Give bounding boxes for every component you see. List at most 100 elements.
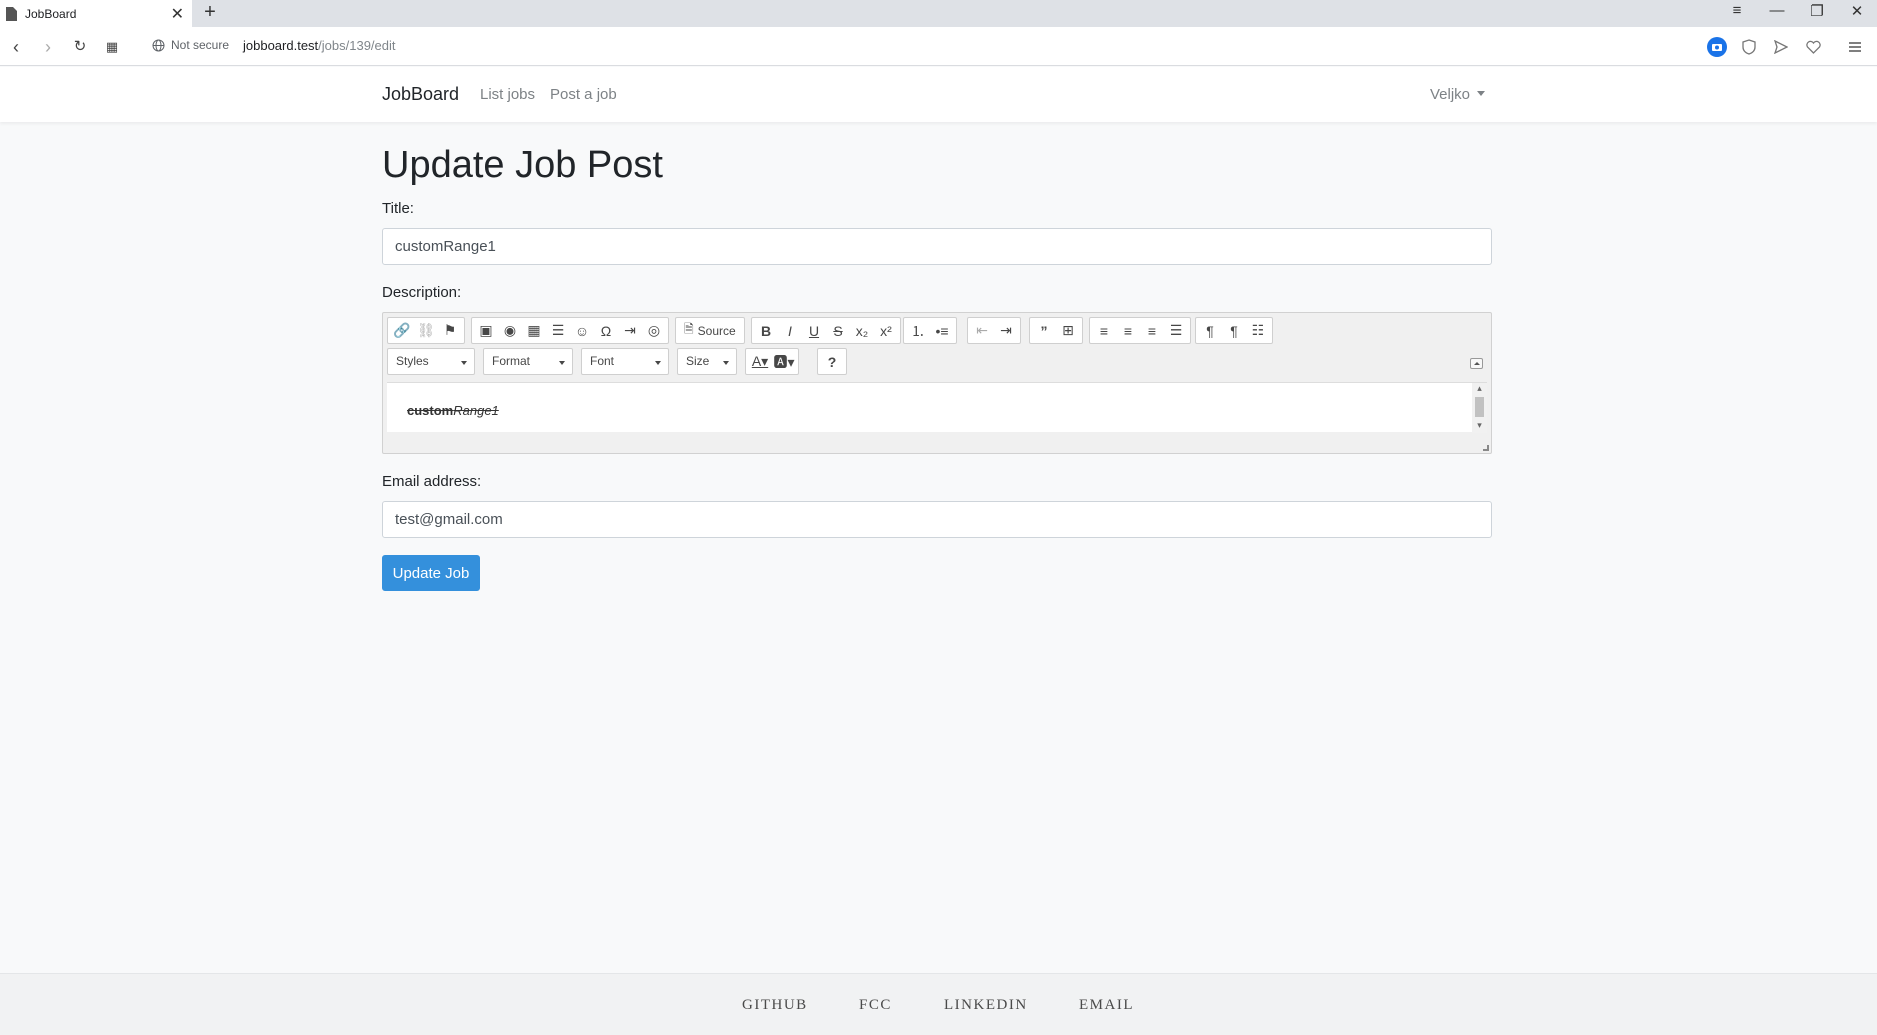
indent-icon[interactable]: ⇥ [994, 319, 1018, 342]
source-button[interactable]: 🗎 Source [678, 319, 742, 342]
link-icon[interactable]: 🔗 [390, 319, 414, 342]
flash-icon[interactable]: ◉ [498, 319, 522, 342]
caret-down-icon [1477, 91, 1486, 96]
email-label: Email address: [382, 473, 482, 490]
underline-icon[interactable]: U [802, 319, 826, 342]
description-bold-text: custom [407, 403, 454, 418]
security-label: Not secure [171, 38, 230, 52]
ltr-icon[interactable]: ¶ [1198, 319, 1222, 342]
title-input[interactable]: customRange1 [382, 228, 1492, 265]
unlink-icon[interactable]: ⛓ [414, 319, 438, 342]
align-right-icon[interactable]: ≡ [1140, 319, 1164, 342]
smiley-icon[interactable]: ☺ [570, 319, 594, 342]
resize-grip-icon[interactable] [1483, 445, 1489, 451]
email-input[interactable]: test@gmail.com [382, 501, 1492, 538]
document-icon: 🗎 [684, 322, 694, 336]
toolbar-source-group: 🗎 Source [675, 317, 745, 344]
iframe-icon[interactable]: ◎ [642, 319, 666, 342]
title-label: Title: [382, 200, 414, 217]
browser-tab[interactable]: JobBoard ✕ [0, 0, 192, 27]
language-dropdown-icon[interactable]: ☷ [1246, 319, 1270, 342]
user-dropdown[interactable]: Veljko [1430, 86, 1486, 103]
forward-icon[interactable]: › [37, 36, 59, 58]
bold-icon[interactable]: B [754, 319, 778, 342]
update-job-button[interactable]: Update Job [382, 555, 480, 591]
numbered-list-icon[interactable]: ⒈ [906, 319, 930, 342]
toolbar-direction-group: ¶ ¶ ☷ [1195, 317, 1273, 344]
image-icon[interactable]: ▣ [474, 319, 498, 342]
scroll-up-icon[interactable]: ▴ [1475, 384, 1484, 393]
minimize-icon[interactable]: — [1762, 2, 1792, 19]
page-break-icon[interactable]: ⇥ [618, 319, 642, 342]
toolbar-links-group: 🔗 ⛓ ⚑ [387, 317, 465, 344]
brand-link[interactable]: JobBoard [382, 84, 459, 105]
snapshot-icon[interactable] [1706, 36, 1728, 58]
div-container-icon[interactable]: ⊞ [1056, 319, 1080, 342]
back-icon[interactable]: ‹ [5, 36, 27, 58]
user-name: Veljko [1430, 86, 1471, 103]
footer-fcc-link[interactable]: FCC [859, 997, 892, 1014]
url-field[interactable]: jobboard.test/jobs/139/edit [243, 38, 396, 53]
page-title: Update Job Post [382, 144, 663, 186]
url-host: jobboard.test [243, 38, 319, 53]
table-icon[interactable]: ▦ [522, 319, 546, 342]
restore-icon[interactable]: ❐ [1802, 2, 1832, 20]
browser-tab-strip: JobBoard ✕ + ≡ — ❐ ✕ [0, 0, 1877, 27]
url-path: /jobs/139/edit [318, 38, 396, 53]
globe-icon [152, 39, 165, 51]
nav-list-jobs[interactable]: List jobs [480, 86, 535, 103]
collapse-toolbar-icon[interactable] [1470, 358, 1483, 369]
menu-icon[interactable] [1844, 36, 1866, 58]
special-char-icon[interactable]: Ω [594, 319, 618, 342]
text-color-icon[interactable]: A▾ [748, 350, 772, 373]
outdent-icon[interactable]: ⇤ [970, 319, 994, 342]
security-indicator[interactable]: Not secure [152, 38, 229, 52]
footer-linkedin-link[interactable]: LINKEDIN [944, 997, 1028, 1014]
new-tab-icon[interactable]: + [200, 1, 220, 24]
scroll-down-icon[interactable]: ▾ [1475, 421, 1484, 430]
source-label: Source [697, 323, 736, 338]
site-navbar: JobBoard List jobs Post a job Veljko [0, 67, 1877, 122]
align-center-icon[interactable]: ≡ [1116, 319, 1140, 342]
align-left-icon[interactable]: ≡ [1092, 319, 1116, 342]
anchor-flag-icon[interactable]: ⚑ [438, 319, 462, 342]
background-color-icon[interactable]: 🅰▾ [772, 350, 796, 373]
scrollbar-thumb[interactable] [1475, 397, 1484, 417]
font-combo[interactable]: Font [581, 348, 669, 375]
superscript-icon[interactable]: x² [874, 319, 898, 342]
rich-text-editor: 🔗 ⛓ ⚑ ▣ ◉ ▦ ☰ ☺ Ω ⇥ ◎ 🗎 Source B I U S x₂… [382, 312, 1492, 454]
send-icon[interactable] [1770, 36, 1792, 58]
rtl-icon[interactable]: ¶ [1222, 319, 1246, 342]
strikethrough-icon[interactable]: S [826, 319, 850, 342]
toolbar-colors-group: A▾ 🅰▾ [745, 348, 799, 375]
shield-icon[interactable] [1738, 36, 1760, 58]
justify-icon[interactable]: ☰ [1164, 319, 1188, 342]
speed-dial-icon[interactable]: ▦ [101, 36, 123, 58]
italic-icon[interactable]: I [778, 319, 802, 342]
toolbar-align-group: ≡ ≡ ≡ ☰ [1089, 317, 1191, 344]
close-tab-icon[interactable]: ✕ [171, 4, 184, 24]
toolbar-help-group: ? [817, 348, 847, 375]
toolbar-indent-group: ⇤ ⇥ [967, 317, 1021, 344]
footer-email-link[interactable]: EMAIL [1079, 997, 1134, 1014]
help-icon[interactable]: ? [820, 350, 844, 373]
heart-icon[interactable] [1802, 36, 1824, 58]
bulleted-list-icon[interactable]: •≡ [930, 319, 954, 342]
blockquote-icon[interactable]: ” [1032, 319, 1056, 342]
tab-title: JobBoard [25, 6, 77, 21]
close-window-icon[interactable]: ✕ [1842, 2, 1872, 20]
reload-icon[interactable]: ↻ [69, 36, 91, 58]
editor-content-area[interactable]: customRange1 ▴ ▾ [387, 382, 1487, 433]
nav-post-job[interactable]: Post a job [550, 86, 617, 103]
size-combo[interactable]: Size [677, 348, 737, 375]
footer-github-link[interactable]: GITHUB [742, 997, 808, 1014]
editor-scrollbar[interactable]: ▴ ▾ [1472, 383, 1487, 433]
tab-search-icon[interactable]: ≡ [1722, 2, 1752, 19]
horizontal-line-icon[interactable]: ☰ [546, 319, 570, 342]
styles-combo[interactable]: Styles [387, 348, 475, 375]
subscript-icon[interactable]: x₂ [850, 319, 874, 342]
toolbar-lists-group: ⒈ •≡ [903, 317, 957, 344]
toolbar-block-group: ” ⊞ [1029, 317, 1083, 344]
format-combo[interactable]: Format [483, 348, 573, 375]
site-footer: GITHUB FCC LINKEDIN EMAIL [0, 973, 1877, 1035]
